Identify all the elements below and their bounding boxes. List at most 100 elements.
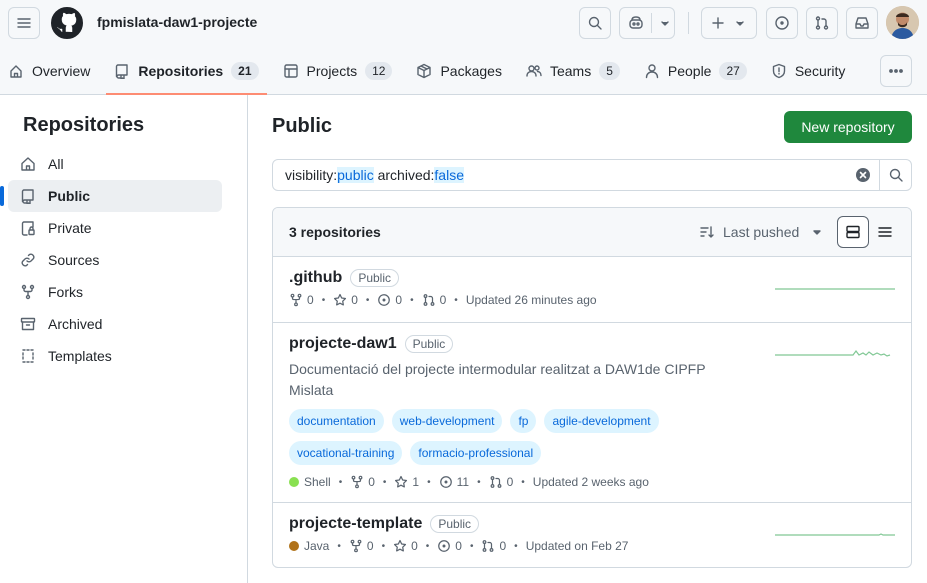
topic-tag[interactable]: vocational-training: [289, 441, 403, 465]
repo-template-icon: [22, 349, 34, 363]
star-icon: [395, 475, 408, 488]
pull-requests-count[interactable]: 0: [489, 475, 513, 489]
tab-security[interactable]: Security: [763, 54, 854, 87]
repo-forked-icon: [350, 539, 362, 553]
sidebar-item-label: Public: [48, 188, 91, 204]
view-cards-button[interactable]: [837, 216, 869, 248]
repo-icon: [21, 189, 34, 204]
tab-counter: 21: [231, 61, 259, 80]
repository-name-link[interactable]: projecte-template: [289, 515, 422, 533]
repository-item: projecte-daw1 Public Documentació del pr…: [273, 323, 911, 503]
repository-name-link[interactable]: .github: [289, 269, 342, 287]
activity-sparkline: [775, 288, 895, 290]
triangle-down-icon: [813, 230, 821, 235]
search-submit-button[interactable]: [879, 160, 911, 190]
updated-time: Updated 2 weeks ago: [532, 475, 649, 489]
github-icon: [51, 7, 83, 39]
view-list-button[interactable]: [869, 216, 901, 248]
menu-button[interactable]: [8, 7, 40, 39]
star-icon: [394, 539, 407, 552]
issue-opened-icon: [439, 476, 452, 488]
topic-tag[interactable]: formacio-professional: [410, 441, 542, 465]
new-repository-button[interactable]: New repository: [784, 111, 912, 143]
sidebar-item-private[interactable]: Private: [8, 212, 222, 244]
activity-sparkline: [775, 350, 891, 357]
table-icon: [283, 63, 298, 78]
stars-count[interactable]: 0: [393, 539, 418, 553]
copilot-button[interactable]: [619, 7, 675, 39]
stars-count[interactable]: 0: [333, 293, 358, 307]
pull-requests-count[interactable]: 0: [422, 293, 447, 307]
user-avatar[interactable]: [886, 6, 919, 39]
stars-value: 1: [412, 475, 420, 489]
pull-requests-button[interactable]: [806, 7, 838, 39]
plus-icon: [712, 17, 724, 29]
issues-count[interactable]: 0: [377, 293, 402, 307]
topic-tag[interactable]: documentation: [289, 409, 384, 433]
tab-repositories[interactable]: Repositories 21: [106, 54, 267, 95]
search-button[interactable]: [579, 7, 611, 39]
updated-time: Updated 26 minutes ago: [465, 293, 597, 307]
prs-value: 0: [499, 539, 507, 553]
visibility-badge: Public: [430, 515, 480, 533]
inbox-button[interactable]: [846, 7, 878, 39]
forks-count[interactable]: 0: [350, 475, 375, 489]
link-icon: [21, 253, 35, 267]
tab-packages[interactable]: Packages: [408, 54, 509, 87]
sort-dropdown[interactable]: Last pushed: [699, 224, 825, 240]
tab-label: Security: [794, 62, 846, 79]
prs-value: 0: [439, 293, 447, 307]
forks-count[interactable]: 0: [349, 539, 374, 553]
issues-button[interactable]: [766, 7, 798, 39]
repository-language: Shell: [289, 475, 331, 489]
tab-people[interactable]: People 27: [636, 54, 755, 87]
topic-tag[interactable]: agile-development: [544, 409, 659, 433]
github-logo[interactable]: [51, 7, 83, 39]
issue-opened-icon: [438, 540, 451, 552]
hamburger-icon: [17, 18, 31, 28]
stars-count[interactable]: 1: [394, 475, 419, 489]
repository-search-input[interactable]: visibility:public archived:false: [272, 159, 912, 191]
sidebar-item-archived[interactable]: Archived: [8, 308, 222, 340]
pull-requests-count[interactable]: 0: [481, 539, 506, 553]
avatar-image: [886, 6, 919, 39]
rows-icon: [846, 225, 860, 239]
repository-description: Documentació del projecte intermodular r…: [289, 361, 706, 398]
repo-icon: [116, 63, 129, 79]
tab-projects[interactable]: Projects 12: [275, 54, 401, 87]
star-icon: [334, 293, 347, 306]
org-name[interactable]: fpmislata-daw1-projecte: [97, 14, 257, 30]
issues-count[interactable]: 11: [439, 475, 469, 489]
topic-tag[interactable]: fp: [510, 409, 537, 433]
more-tabs-button[interactable]: [880, 55, 912, 87]
sidebar-item-public[interactable]: Public: [0, 180, 222, 212]
sidebar-item-label: All: [48, 156, 64, 172]
org-nav-tabs: Overview Repositories 21 Projects 12 Pac…: [0, 54, 861, 95]
forks-count[interactable]: 0: [289, 293, 314, 307]
tab-label: People: [667, 62, 712, 79]
repository-item: projecte-template Public Java • 0 • 0 • …: [273, 503, 911, 567]
tab-counter: 5: [599, 61, 620, 80]
issues-value: 0: [395, 293, 403, 307]
search-icon: [588, 16, 602, 30]
clear-search-button[interactable]: [847, 167, 879, 183]
tab-overview[interactable]: Overview: [0, 54, 98, 87]
language-color-dot: [289, 477, 299, 487]
repository-name-link[interactable]: projecte-daw1: [289, 335, 397, 353]
sidebar-item-all[interactable]: All: [8, 148, 222, 180]
sort-desc-icon: [700, 226, 714, 238]
top-bar: fpmislata-daw1-projecte: [0, 0, 927, 46]
forks-value: 0: [368, 475, 375, 489]
create-new-button[interactable]: [701, 7, 757, 39]
sidebar-item-sources[interactable]: Sources: [8, 244, 222, 276]
visibility-badge: Public: [404, 335, 454, 353]
sidebar-item-templates[interactable]: Templates: [8, 340, 222, 372]
search-icon: [889, 168, 903, 182]
activity-sparkline: [775, 533, 895, 536]
issues-count[interactable]: 0: [437, 539, 462, 553]
topic-tag[interactable]: web-development: [391, 409, 503, 433]
sidebar-item-forks[interactable]: Forks: [8, 276, 222, 308]
sidebar-item-label: Archived: [48, 316, 103, 332]
search-query[interactable]: visibility:public archived:false: [273, 167, 847, 183]
tab-teams[interactable]: Teams 5: [518, 54, 628, 87]
